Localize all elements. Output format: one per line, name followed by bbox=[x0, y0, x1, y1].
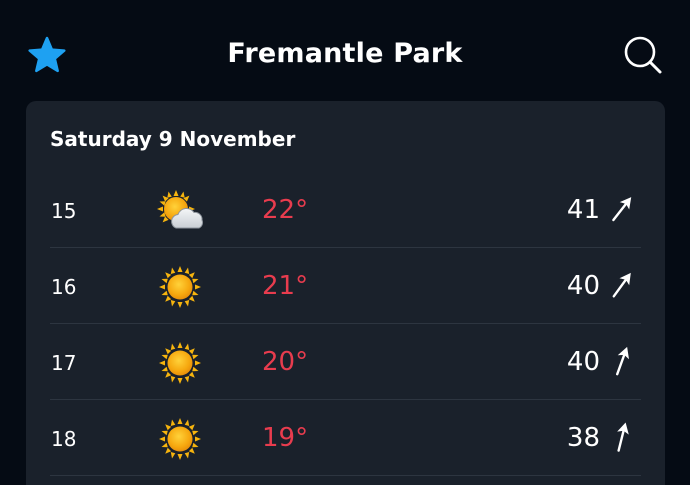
wind-direction-arrow-icon bbox=[609, 345, 635, 377]
forecast-row[interactable]: 18 19° 38 bbox=[26, 401, 665, 476]
row-divider bbox=[50, 399, 641, 400]
sun-icon bbox=[156, 264, 204, 310]
wind-direction-arrow-icon bbox=[609, 421, 635, 453]
row-divider bbox=[50, 247, 641, 248]
forecast-temperature: 20° bbox=[262, 347, 309, 377]
forecast-temperature: 22° bbox=[262, 195, 309, 225]
wind-direction-arrow-icon bbox=[609, 269, 635, 301]
wind-direction-arrow-icon bbox=[609, 193, 635, 225]
forecast-temperature: 21° bbox=[262, 271, 309, 301]
forecast-row[interactable]: 16 21° 40 bbox=[26, 249, 665, 324]
sun-icon bbox=[156, 416, 204, 462]
forecast-card: Saturday 9 November 15 22° 41 16 21° 40 … bbox=[26, 101, 665, 485]
forecast-date: Saturday 9 November bbox=[50, 127, 296, 151]
search-icon bbox=[624, 36, 662, 74]
wind-speed: 40 bbox=[566, 271, 600, 301]
sun-behind-cloud-icon bbox=[156, 188, 204, 234]
forecast-hour: 17 bbox=[51, 351, 77, 375]
wind-speed: 40 bbox=[566, 347, 600, 377]
page-title: Fremantle Park bbox=[227, 38, 463, 69]
weather-app: Fremantle Park Saturday 9 November 15 22… bbox=[0, 0, 690, 485]
sun-icon bbox=[156, 340, 204, 386]
header: Fremantle Park bbox=[0, 0, 690, 100]
row-divider bbox=[50, 475, 641, 476]
wind-speed: 41 bbox=[566, 195, 600, 225]
forecast-temperature: 19° bbox=[262, 423, 309, 453]
search-button[interactable] bbox=[622, 34, 664, 76]
forecast-hour: 18 bbox=[51, 427, 77, 451]
forecast-hour: 16 bbox=[51, 275, 77, 299]
forecast-row[interactable]: 17 20° 40 bbox=[26, 325, 665, 400]
forecast-row[interactable]: 15 22° 41 bbox=[26, 173, 665, 248]
forecast-hour: 15 bbox=[51, 199, 77, 223]
row-divider bbox=[50, 323, 641, 324]
wind-speed: 38 bbox=[566, 423, 600, 453]
